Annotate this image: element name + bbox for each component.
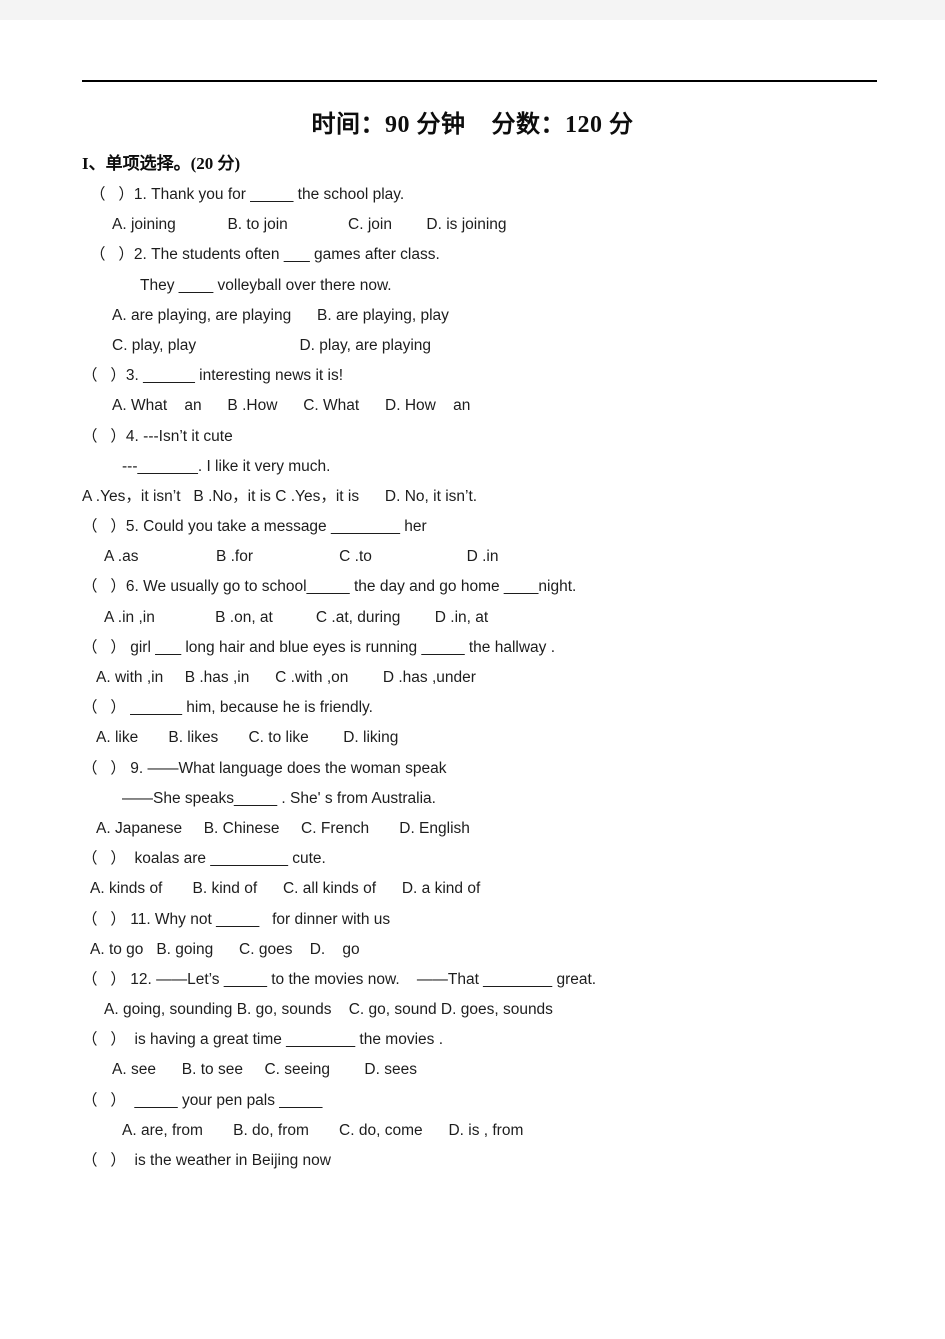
question-line: （ ） girl ___ long hair and blue eyes is …	[82, 638, 556, 656]
question-line: A. going, sounding B. go, sounds C. go, …	[104, 1001, 553, 1019]
question-line: They ____ volleyball over there now.	[140, 276, 392, 294]
question-line: A .as B .for C .to D .in	[104, 548, 499, 566]
question-line: A. like B. likes C. to like D. liking	[96, 729, 399, 747]
question-line: A. joining B. to join C. join D. is join…	[112, 216, 507, 234]
question-line: （ ）4. ---Isn’t it cute	[82, 427, 233, 445]
header-horizontal-rule	[82, 80, 877, 82]
question-line: （ ）1. Thank you for _____ the school pla…	[90, 186, 405, 203]
question-line: （ ） koalas are _________ cute.	[82, 850, 326, 868]
question-line: （ ） 12. ——Let’s _____ to the movies now.…	[82, 970, 597, 988]
question-line: （ ）3. ______ interesting news it is!	[82, 367, 344, 385]
top-gutter	[0, 0, 945, 20]
question-line: A. Japanese B. Chinese C. French D. Engl…	[96, 819, 470, 837]
question-line: A. with ,in B .has ,in C .with ,on D .ha…	[96, 669, 476, 686]
question-line: （ ） 11. Why not _____ for dinner with us	[82, 910, 391, 928]
question-line: A. kinds of B. kind of C. all kinds of D…	[90, 880, 481, 898]
question-list: （ ）1. Thank you for _____ the school pla…	[0, 180, 945, 1176]
question-line: ——She speaks_____ . She' s from Australi…	[122, 789, 436, 807]
question-line: （ ） is having a great time ________ the …	[82, 1031, 443, 1049]
page-title: 时间：90 分钟 分数：120 分	[311, 112, 634, 138]
question-line: A .in ,in B .on, at C .at, during D .in,…	[104, 608, 489, 626]
question-line: （ ）2. The students often ___ games after…	[90, 246, 440, 264]
question-line: （ ）6. We usually go to school_____ the d…	[82, 578, 577, 596]
question-line: A. What an B .How C. What D. How an	[112, 397, 471, 415]
question-line: A. are, from B. do, from C. do, come D. …	[122, 1121, 524, 1139]
question-line: C. play, play D. play, are playing	[112, 336, 432, 354]
question-line: A .Yes，it isn’t B .No，it is C .Yes，it is…	[82, 487, 478, 505]
question-line: （ ） _____ your pen pals _____	[82, 1091, 323, 1109]
question-line: ---_______. I like it very much.	[122, 457, 331, 475]
document-page: 时间：90 分钟 分数：120 分 I、单项选择。(20 分) （ ）1. Th…	[0, 20, 945, 1339]
question-line: （ ） is the weather in Beijing now	[82, 1152, 331, 1169]
question-line: （ ） 9. ——What language does the woman sp…	[82, 759, 447, 777]
question-line: A. see B. to see C. seeing D. sees	[112, 1061, 417, 1079]
question-line: （ ） ______ him, because he is friendly.	[82, 699, 373, 717]
question-line: （ ）5. Could you take a message ________ …	[82, 518, 427, 536]
question-line: A. are playing, are playing B. are playi…	[112, 306, 449, 324]
question-line: A. to go B. going C. goes D. go	[90, 940, 360, 958]
section-heading-multiple-choice: I、单项选择。(20 分)	[82, 154, 241, 173]
